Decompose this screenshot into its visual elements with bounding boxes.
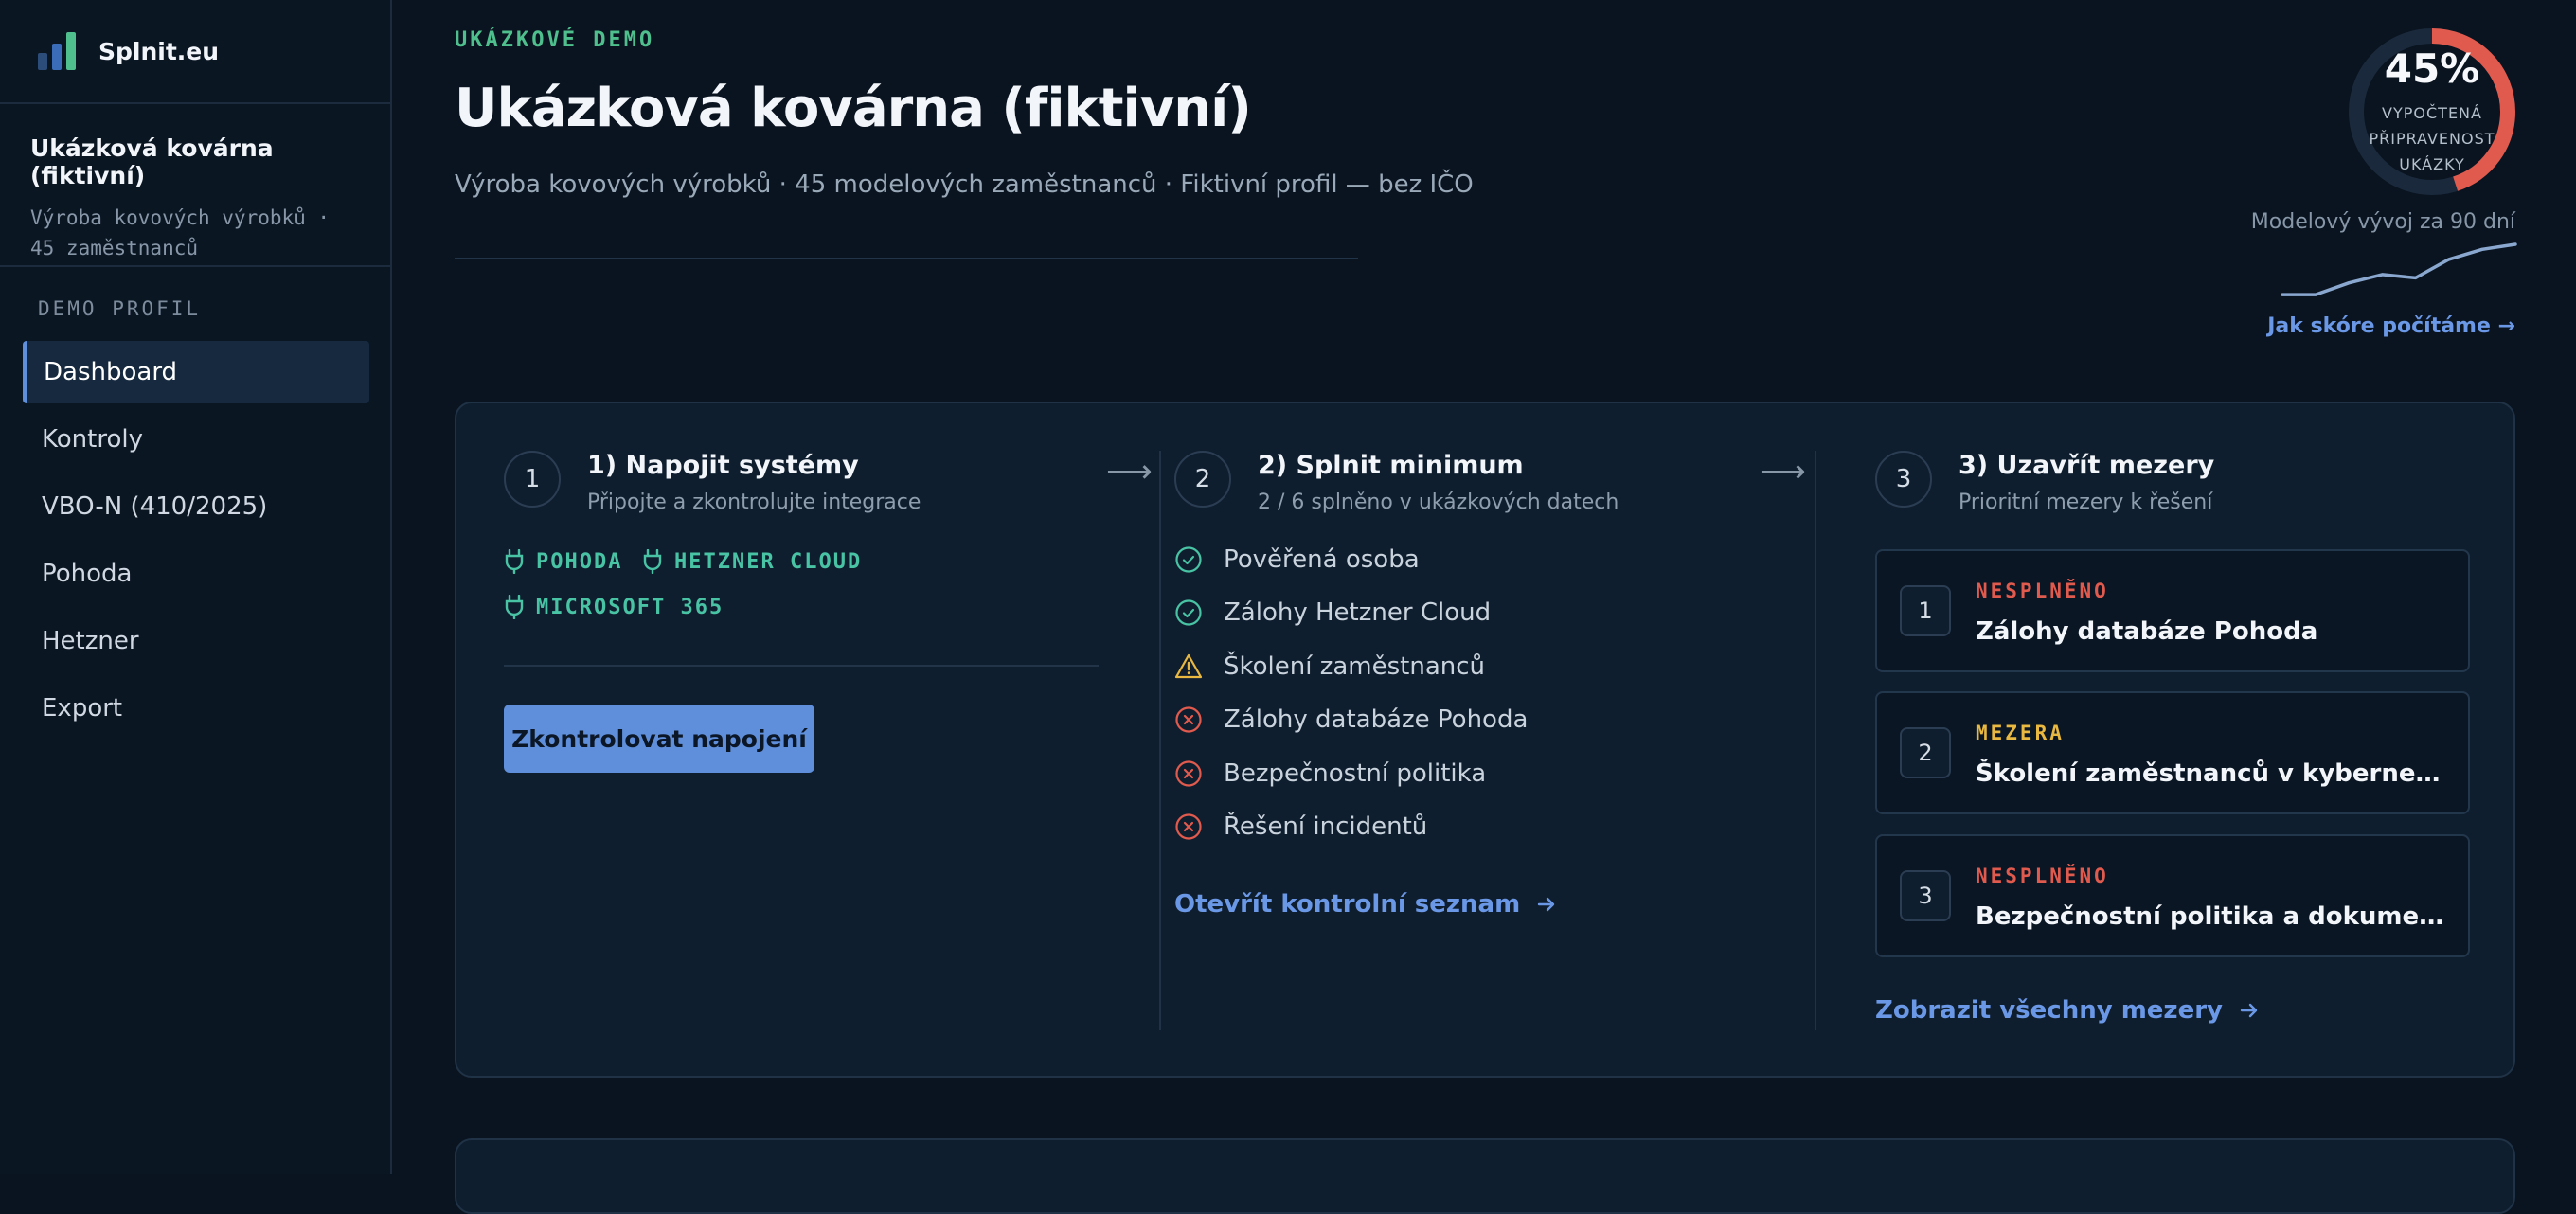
organization-info: Ukázková kovárna (fiktivní) Výroba kovov… [0,104,390,267]
sidebar-nav: Dashboard Kontroly VBO-N (410/2025) Poho… [23,341,369,744]
onboarding-steps-card: 1 1) Napojit systémy Připojte a zkontrol… [455,402,2515,1078]
gap-status: NESPLNĚNO [1976,865,2109,887]
score-label: VYPOČTENÁ PŘIPRAVENOST UKÁZKY [2369,104,2496,173]
gap-title: Školení zaměstnanců v kybernetické bezpe… [1976,759,2449,788]
page-title: Ukázková kovárna (fiktivní) [455,78,1252,139]
gap-card[interactable]: 1 NESPLNĚNO Zálohy databáze Pohoda [1875,549,2470,672]
gauge-text: 45% VYPOČTENÁ PŘIPRAVENOST UKÁZKY [2345,25,2519,199]
score-percent: 45% [2384,45,2480,92]
header-divider [455,258,1358,259]
gap-title: Zálohy databáze Pohoda [1976,617,2318,646]
sidebar-item-dashboard[interactable]: Dashboard [23,341,369,403]
brand[interactable]: Splnit.eu [0,0,390,104]
sidebar-item-kontroly[interactable]: Kontroly [23,408,369,471]
step-3-column: 3 3) Uzavřít mezery Prioritní mezery k ř… [456,403,2513,1080]
page-subtitle: Výroba kovových výrobků · 45 modelových … [455,170,1474,199]
step-3-number: 3 [1875,451,1932,508]
sidebar: Splnit.eu Ukázková kovárna (fiktivní) Vý… [0,0,392,1174]
app-name: Splnit.eu [98,37,220,65]
gap-number: 2 [1900,727,1951,778]
trend-sparkline [2281,242,2517,296]
show-all-gaps-link[interactable]: Zobrazit všechny mezery [1875,996,2261,1025]
nav-section-label: DEMO PROFIL [38,297,202,320]
bar-chart-logo-icon [38,32,76,70]
next-card [455,1138,2515,1214]
gap-number: 3 [1900,870,1951,921]
arrow-right-icon [2240,1003,2258,1018]
sidebar-item-export[interactable]: Export [23,677,369,740]
gap-title: Bezpečnostní politika a dokumentace [1976,902,2449,931]
org-title: Ukázková kovárna (fiktivní) [30,134,274,189]
step-3-title: 3) Uzavřít mezery [1959,451,2215,480]
step-3-subtitle: Prioritní mezery k řešení [1959,491,2213,514]
gap-card[interactable]: 3 NESPLNĚNO Bezpečnostní politika a doku… [1875,834,2470,957]
sidebar-item-vbo-n[interactable]: VBO-N (410/2025) [23,475,369,538]
sidebar-item-pohoda[interactable]: Pohoda [23,543,369,605]
demo-eyebrow: UKÁZKOVÉ DEMO [455,28,655,52]
gap-card[interactable]: 2 MEZERA Školení zaměstnanců v kyberneti… [1875,691,2470,814]
trend-label: Modelový vývoj za 90 dní [2250,210,2515,234]
gap-status: NESPLNĚNO [1976,580,2109,602]
org-subtitle: Výroba kovových výrobků · 45 zaměstnanců [30,206,331,259]
sidebar-item-hetzner[interactable]: Hetzner [23,610,369,672]
gap-status: MEZERA [1976,722,2065,744]
score-method-link[interactable]: Jak skóre počítáme → [2267,314,2515,338]
gap-number: 1 [1900,585,1951,636]
trend-line [2281,242,2517,296]
